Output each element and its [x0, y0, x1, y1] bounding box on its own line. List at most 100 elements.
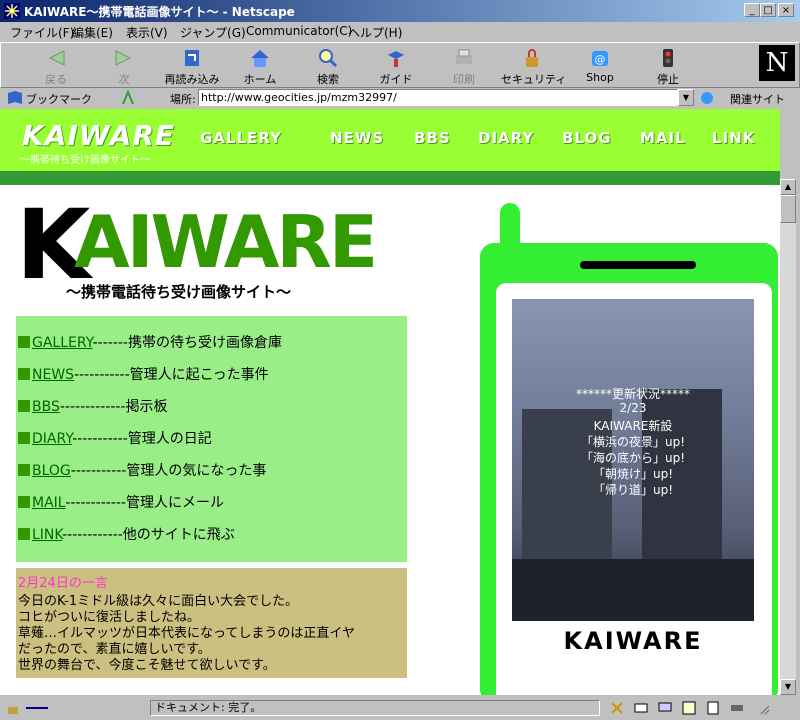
bullet-square-icon: [18, 464, 30, 476]
minimize-button[interactable]: _: [744, 3, 760, 17]
visitor-counter: 015619: [613, 659, 653, 670]
status-text: ドキュメント: 完了。: [150, 700, 600, 716]
page-proxy-icon[interactable]: [120, 90, 136, 106]
vertical-scrollbar[interactable]: ▲ ▼: [780, 179, 796, 695]
navigator-icon[interactable]: [610, 701, 624, 715]
related-sites-button[interactable]: 関連サイト: [730, 91, 785, 107]
related-sites-icon: [701, 92, 713, 104]
forward-button[interactable]: 次: [93, 45, 155, 87]
page-info-icon[interactable]: [706, 701, 720, 715]
phone-key: [502, 677, 544, 695]
resize-grip-icon[interactable]: [756, 701, 770, 715]
security-button[interactable]: セキュリティ: [501, 45, 566, 87]
search-button[interactable]: 検索: [297, 45, 359, 87]
update-line: 2/23: [619, 401, 647, 415]
reload-icon: [185, 50, 199, 66]
daily-note: 2月24日の一言 今日のK-1ミドル級は久々に面白い大会でした。 コヒがついに復…: [16, 568, 407, 678]
nav-mail[interactable]: MAIL: [640, 129, 686, 147]
scroll-up-button[interactable]: ▲: [780, 179, 796, 195]
guide-icon: [388, 51, 404, 67]
bullet-square-icon: [18, 336, 30, 348]
menu-link-blog[interactable]: BLOG: [32, 463, 71, 479]
print-icon: [456, 49, 472, 64]
shop-icon: @: [592, 51, 608, 66]
scroll-thumb[interactable]: [780, 195, 796, 223]
nav-link[interactable]: LINK: [712, 129, 755, 147]
back-arrow-icon: [48, 50, 65, 66]
nav-gallery[interactable]: GALLERY: [200, 129, 282, 147]
bullet-square-icon: [18, 400, 30, 412]
phone-key: [724, 677, 766, 695]
site-header: KAIWARE ～携帯待ち受け画像サイト～ GALLERY NEWS BBS D…: [0, 109, 780, 171]
home-icon: [251, 50, 269, 67]
menu-link-diary[interactable]: DIARY: [32, 431, 72, 447]
shop-button[interactable]: @ Shop: [569, 45, 631, 87]
url-dropdown-button[interactable]: ▼: [678, 89, 694, 106]
mail-icon[interactable]: [634, 701, 648, 715]
stop-button[interactable]: 停止: [637, 45, 699, 87]
netscape-logo: N: [759, 45, 795, 81]
nav-news[interactable]: NEWS: [330, 129, 384, 147]
menu-link-link[interactable]: LINK: [32, 527, 62, 543]
reload-button[interactable]: 再読み込み: [161, 45, 223, 87]
bookmark-icon: [8, 91, 22, 104]
menu-item-link: LINK------------他のサイトに飛ぶ: [18, 524, 235, 544]
main-logo-rest: AIWARE: [74, 200, 378, 284]
nav-diary[interactable]: DIARY: [478, 129, 534, 147]
menu-link-gallery[interactable]: GALLERY: [32, 335, 93, 351]
update-line: 「帰り道」up!: [592, 483, 674, 497]
page-viewport: KAIWARE ～携帯待ち受け画像サイト～ GALLERY NEWS BBS D…: [0, 109, 780, 695]
svg-text:@: @: [595, 53, 606, 66]
menu-item-diary: DIARY-----------管理人の日記: [18, 428, 212, 448]
menu-link-news[interactable]: NEWS: [32, 367, 74, 383]
navigation-toolbar: 戻る 次 再読み込み ホーム 検索 ガイド 印刷 セキュリティ @ Shop 停…: [0, 42, 800, 88]
discussions-icon[interactable]: [658, 701, 672, 715]
window-title-bar[interactable]: KAIWARE～携帯電話画像サイト～ - Netscape _ □ ×: [0, 0, 800, 22]
bullet-square-icon: [18, 368, 30, 380]
maximize-button[interactable]: □: [760, 3, 776, 17]
main-logo-subtitle: ～携帯電話待ち受け画像サイト～: [66, 283, 292, 301]
close-button[interactable]: ×: [778, 3, 794, 17]
header-stripe: [0, 171, 780, 185]
url-input[interactable]: http://www.geocities.jp/mzm32997/: [198, 89, 678, 106]
menu-file[interactable]: ファイル(F): [10, 24, 74, 41]
composer-icon[interactable]: [682, 701, 696, 715]
offline-icon[interactable]: [730, 701, 744, 715]
menu-item-bbs: BBS-------------掲示板: [18, 396, 168, 416]
site-header-logo[interactable]: KAIWARE: [22, 119, 175, 152]
nav-bbs[interactable]: BBS: [414, 129, 451, 147]
site-menu-panel: GALLERY-------携帯の待ち受け画像倉庫 NEWS----------…: [16, 316, 407, 562]
daily-note-title: 2月24日の一言: [18, 576, 108, 591]
menu-item-blog: BLOG-----------管理人の気になった事: [18, 460, 266, 480]
bullet-square-icon: [18, 432, 30, 444]
security-lock-icon: [526, 49, 538, 67]
print-button[interactable]: 印刷: [433, 45, 495, 87]
security-status-icon[interactable]: [6, 701, 20, 715]
city-shadow-shape: [512, 559, 754, 621]
bookmarks-button[interactable]: ブックマーク: [26, 91, 92, 107]
menu-go[interactable]: ジャンプ(G): [180, 24, 246, 41]
menu-view[interactable]: 表示(V): [126, 24, 168, 41]
connection-status-icon: [26, 707, 48, 709]
menu-help[interactable]: ヘルプ(H): [348, 24, 402, 41]
update-line: 「朝焼け」up!: [592, 467, 674, 481]
window-title: KAIWARE～携帯電話画像サイト～ - Netscape: [24, 5, 295, 19]
main-logo: K AIWARE ～携帯電話待ち受け画像サイト～: [16, 195, 378, 307]
scroll-down-button[interactable]: ▼: [780, 679, 796, 695]
menu-edit[interactable]: 編集(E): [72, 24, 113, 41]
menu-link-mail[interactable]: MAIL: [32, 495, 65, 511]
phone-screen-image: ******更新状況***** 2/23 KAIWARE新設 「横浜の夜景」up…: [512, 299, 754, 621]
menu-communicator[interactable]: Communicator(C): [246, 24, 352, 38]
daily-note-line: 世界の舞台で、今度こそ魅せて欲しいです。: [18, 658, 276, 673]
guide-button[interactable]: ガイド: [365, 45, 427, 87]
home-button[interactable]: ホーム: [229, 45, 291, 87]
forward-arrow-icon: [115, 50, 132, 66]
status-bar: ドキュメント: 完了。: [0, 698, 800, 720]
menu-link-bbs[interactable]: BBS: [32, 399, 60, 415]
back-button[interactable]: 戻る: [25, 45, 87, 87]
update-line: KAIWARE新設: [593, 419, 673, 433]
nav-blog[interactable]: BLOG: [562, 129, 612, 147]
bullet-square-icon: [18, 496, 30, 508]
netscape-app-icon: [4, 3, 20, 19]
update-line: 「海の底から」up!: [580, 451, 686, 465]
